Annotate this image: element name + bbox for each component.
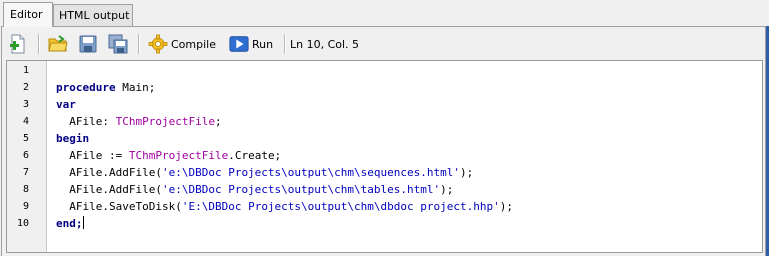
new-file-button[interactable] [8, 32, 28, 56]
toolbar-separator [38, 34, 40, 54]
code-line: begin [56, 130, 89, 147]
cursor-position-text: Ln 10, Col. 5 [290, 37, 360, 51]
line-number: 10 [16, 218, 29, 229]
string-token: 'E:\DBDoc Projects\output\chm\dbdoc proj… [181, 200, 500, 213]
code-line: AFile := TChmProjectFile.Create; [56, 147, 281, 164]
save-disk-icon [78, 34, 98, 54]
tab-html-output[interactable]: HTML output [53, 4, 133, 26]
keyword-token: begin [56, 132, 90, 145]
toolbar-separator [284, 34, 286, 54]
type-token: TChmProjectFile [115, 115, 215, 128]
string-token: 'e:\DBDoc Projects\output\chm\sequences.… [161, 166, 460, 179]
code-line: AFile.AddFile('e:\DBDoc Projects\output\… [56, 164, 473, 181]
run-label: Run [252, 37, 274, 51]
line-number: 9 [22, 201, 29, 212]
open-folder-icon [48, 34, 68, 54]
code-line: var [56, 96, 76, 113]
compile-label: Compile [171, 37, 216, 51]
save-all-button[interactable] [108, 32, 128, 56]
line-number: 2 [22, 82, 29, 93]
code-text: ); [499, 200, 513, 213]
toolbar: Compile Run Ln 10, Col. 5 [4, 30, 764, 58]
code-text: AFile: [56, 115, 116, 128]
string-token: 'e:\DBDoc Projects\output\chm\tables.htm… [161, 183, 441, 196]
line-number: 1 [22, 65, 29, 76]
type-token: TChmProjectFile [128, 149, 229, 162]
keyword-token: var [56, 98, 76, 111]
gear-icon [148, 34, 168, 54]
keyword-token: procedure [56, 81, 116, 94]
code-line: AFile.AddFile('e:\DBDoc Projects\output\… [56, 181, 453, 198]
code-text: AFile.SaveToDisk( [56, 200, 182, 213]
keyword-token: end; [56, 217, 83, 230]
code-line: AFile: TChmProjectFile; [56, 113, 222, 130]
code-text: .Create; [228, 149, 282, 162]
line-number: 7 [22, 167, 29, 178]
cursor-position-status: Ln 10, Col. 5 [290, 32, 359, 56]
code-text: AFile.AddFile( [56, 166, 162, 179]
save-all-icon [108, 34, 128, 54]
code-text: Main; [115, 81, 156, 94]
compile-button[interactable]: Compile [148, 32, 216, 56]
code-text: AFile := [56, 149, 129, 162]
code-text: ); [459, 166, 474, 179]
code-text: ); [440, 183, 454, 196]
line-number: 8 [22, 184, 29, 195]
run-button[interactable]: Run [229, 32, 273, 56]
play-icon [229, 34, 249, 54]
code-editor[interactable]: 1 2 3 4 5 6 7 8 9 10 procedure Main; var… [6, 60, 763, 253]
line-number: 4 [22, 116, 29, 127]
text-caret [82, 216, 84, 229]
line-number-gutter: 1 2 3 4 5 6 7 8 9 10 [7, 61, 47, 252]
new-file-icon [8, 34, 28, 54]
code-line: procedure Main; [56, 79, 155, 96]
tab-editor[interactable]: Editor [3, 2, 53, 27]
code-line: end; [56, 215, 84, 232]
open-button[interactable] [48, 32, 68, 56]
line-number: 3 [22, 99, 29, 110]
code-text: ; [214, 115, 222, 128]
line-number: 6 [22, 150, 29, 161]
toolbar-separator [138, 34, 140, 54]
line-number: 5 [22, 133, 29, 144]
tab-bar: Editor HTML output [0, 0, 769, 27]
code-text: AFile.AddFile( [56, 183, 162, 196]
code-line: AFile.SaveToDisk('E:\DBDoc Projects\outp… [56, 198, 513, 215]
save-button[interactable] [78, 32, 98, 56]
